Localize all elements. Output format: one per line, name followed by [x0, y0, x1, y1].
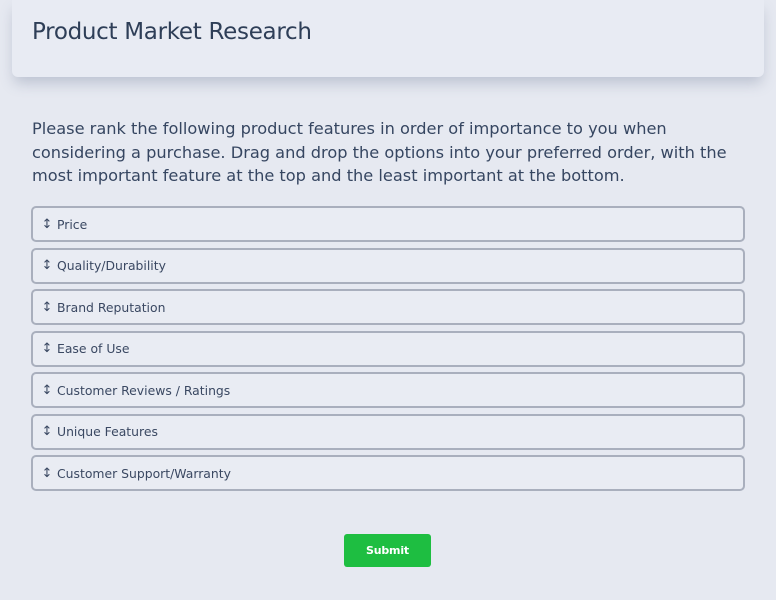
rank-item-customer-support-warranty[interactable]: ↕ Customer Support/Warranty [31, 455, 745, 491]
ranking-list: ↕ Price ↕ Quality/Durability ↕ Brand Rep… [31, 206, 745, 497]
rank-item-label: Quality/Durability [57, 258, 166, 273]
ranking-instructions: Please rank the following product featur… [32, 119, 727, 185]
rank-item-label: Brand Reputation [57, 299, 166, 315]
page-title: Product Market Research [32, 19, 312, 45]
rank-item-price[interactable]: ↕ Price [31, 206, 745, 242]
drag-handle-icon: ↕ [41, 258, 53, 273]
rank-item-brand-reputation[interactable]: ↕ Brand Reputation [31, 289, 745, 325]
rank-item-label: Customer Reviews / Ratings [57, 382, 231, 398]
rank-item-customer-reviews-ratings[interactable]: ↕ Customer Reviews / Ratings [31, 372, 745, 408]
drag-handle-icon: ↕ [41, 382, 53, 398]
rank-item-label: Ease of Use [57, 341, 130, 356]
rank-item-label: Unique Features [57, 424, 158, 439]
drag-handle-icon: ↕ [41, 299, 53, 315]
rank-item-quality-durability[interactable]: ↕ Quality/Durability [31, 247, 745, 284]
rank-item-unique-features[interactable]: ↕ Unique Features [31, 413, 745, 450]
page-header: Product Market Research [12, 0, 764, 77]
drag-handle-icon: ↕ [41, 341, 53, 356]
rank-item-ease-of-use[interactable]: ↕ Ease of Use [31, 330, 745, 367]
drag-handle-icon: ↕ [41, 424, 53, 439]
submit-button[interactable]: Submit [344, 534, 431, 567]
drag-handle-icon: ↕ [41, 216, 53, 232]
drag-handle-icon: ↕ [41, 465, 53, 481]
rank-item-label: Price [57, 216, 88, 232]
rank-item-label: Customer Support/Warranty [57, 465, 231, 481]
